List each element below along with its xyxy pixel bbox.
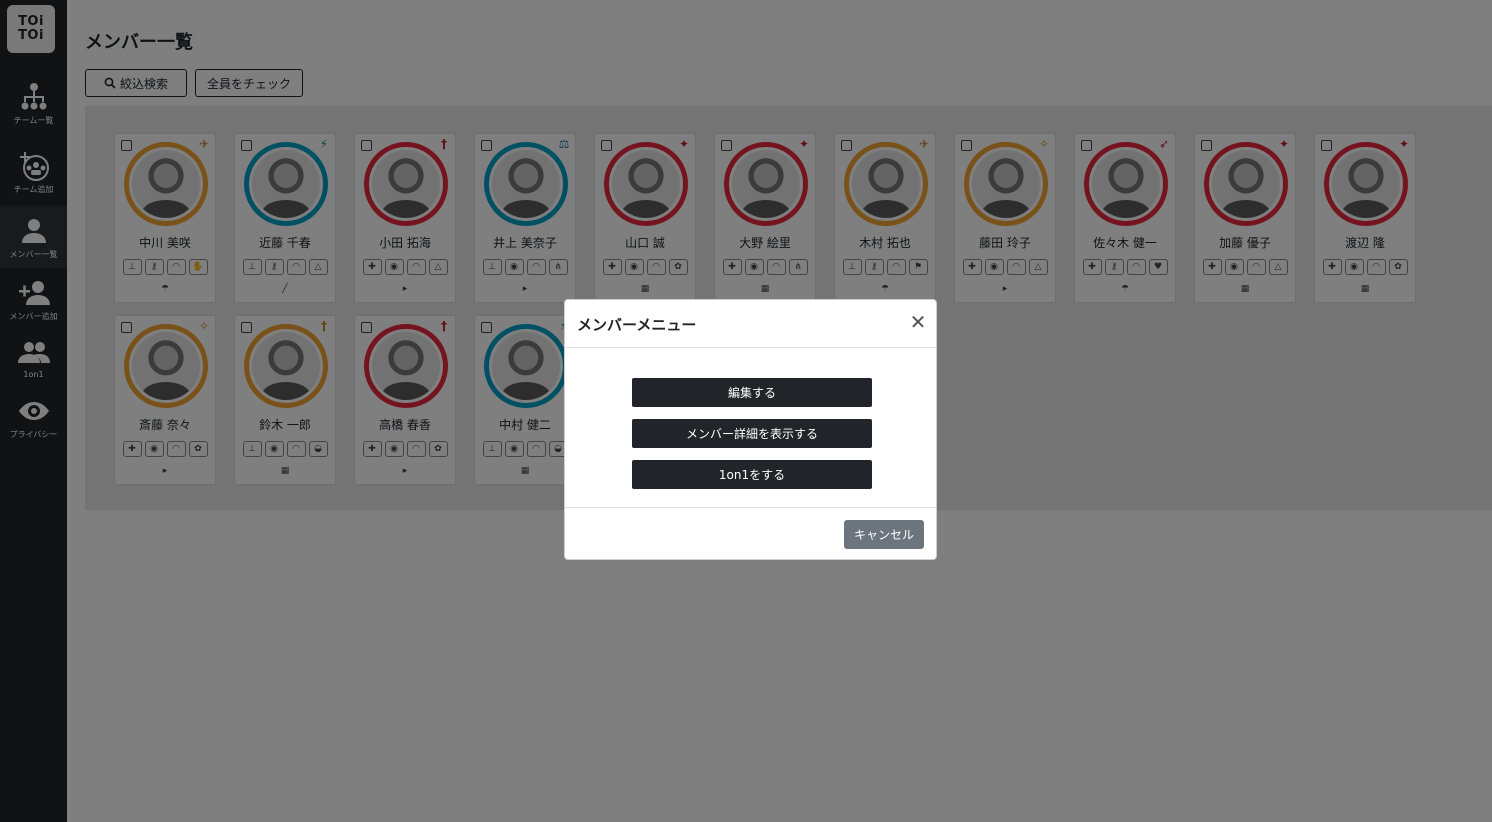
- cancel-button[interactable]: キャンセル: [844, 520, 924, 549]
- edit-button[interactable]: 編集する: [632, 378, 872, 407]
- modal-footer: キャンセル: [565, 507, 936, 561]
- modal-title: メンバーメニュー: [577, 316, 697, 334]
- 1on1-button[interactable]: 1on1をする: [632, 460, 872, 489]
- modal-header: メンバーメニュー ✕: [565, 300, 936, 348]
- show-detail-button[interactable]: メンバー詳細を表示する: [632, 419, 872, 448]
- member-menu-modal: メンバーメニュー ✕ 編集する メンバー詳細を表示する 1on1をする キャンセ…: [564, 299, 937, 560]
- close-icon[interactable]: ✕: [908, 312, 928, 332]
